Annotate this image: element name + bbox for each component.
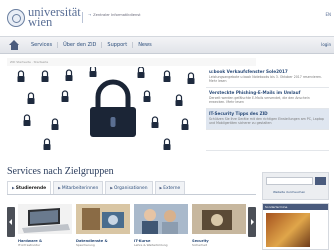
nav-item-news[interactable]: News (133, 42, 157, 48)
section-title: Services nach Zielgruppen (7, 166, 114, 177)
tagline-text: Zentraler Informatikdienst (93, 13, 141, 17)
news-item[interactable] (206, 130, 329, 151)
breadcrumb[interactable]: ZID Startseite · Startseite (7, 58, 256, 66)
news-sidebar: u:book Verkaufsfenster Sole2017 Leistung… (206, 67, 329, 151)
triangle-right-icon: ▶ (159, 186, 163, 190)
service-cards: Hardware & IT-Infrastruktur Datendienste… (18, 204, 246, 247)
carousel-prev-button[interactable] (7, 207, 15, 237)
carousel-next-button[interactable] (248, 207, 256, 237)
news-text: Leistungsangebote u:book Notebooks bis 3… (209, 75, 322, 83)
news-title: u:book Verkaufsfenster Sole2017 (209, 69, 288, 74)
tab-external[interactable]: ▶Externe (154, 181, 186, 194)
card-sub: IT-Infrastruktur (18, 243, 41, 247)
nav-item-about[interactable]: Über den ZID (58, 42, 103, 48)
news-item[interactable]: Versteckte Phishing-E-Mails im Umlauf De… (206, 88, 329, 109)
padlocks-illustration (16, 67, 196, 151)
tab-label: Studierende (15, 186, 47, 191)
language-link[interactable]: EN (325, 12, 331, 17)
promo-widget[interactable]: Sondertermine (262, 203, 329, 250)
search-link[interactable]: Website durchsuchen (273, 190, 305, 194)
nav-item-support[interactable]: Support (102, 42, 134, 48)
service-card[interactable]: Datendienste & Speicherung (76, 204, 130, 247)
news-text: Derzeit werden gefälschte E-Mails versen… (209, 96, 310, 104)
home-icon[interactable] (9, 40, 20, 50)
search-button[interactable] (315, 177, 326, 185)
triangle-right-icon: ▶ (58, 186, 61, 190)
services-carousel: Hardware & IT-Infrastruktur Datendienste… (7, 197, 256, 250)
home-icon-base (11, 45, 18, 50)
news-item-selected[interactable]: IT-Security Tipps des ZID Schützen Sie I… (206, 109, 329, 130)
search-widget: Website durchsuchen (262, 172, 329, 200)
security-photo (192, 204, 246, 234)
triangle-right-icon: ▶ (110, 186, 113, 190)
news-text: Schützen Sie Ihre Geräte mit den richtig… (209, 117, 324, 125)
nav-item-services[interactable]: Services (26, 42, 59, 48)
tab-label: Organisationen (113, 186, 148, 191)
hero-banner[interactable] (7, 67, 204, 151)
card-sub: Sicherheit (192, 243, 208, 247)
promo-image (266, 213, 310, 247)
service-card[interactable]: IT-Kurse Lehre & Weiterbildung (134, 204, 188, 247)
tab-label: Mitarbeiterinnen (61, 186, 99, 191)
audience-tabs: ▶Studierende ▶Mitarbeiterinnen ▶Organisa… (7, 181, 256, 195)
university-logo-text[interactable]: universität wien (28, 6, 81, 29)
nav-items: Services Über den ZID Support News (26, 42, 157, 48)
logo-divider (82, 12, 83, 23)
page-header: universität wien → Zentraler Informatikd… (0, 0, 334, 36)
service-card[interactable]: Hardware & IT-Infrastruktur (18, 204, 72, 247)
tab-students[interactable]: ▶Studierende (7, 181, 52, 194)
card-sub: Speicherung (76, 243, 95, 247)
tab-label: Externe (163, 186, 181, 191)
main-navigation: Services Über den ZID Support News login (0, 36, 334, 54)
it-courses-photo (134, 204, 188, 234)
arrow-right-icon: → (88, 13, 92, 17)
laptop-photo (18, 204, 72, 234)
tab-staff[interactable]: ▶Mitarbeiterinnen (53, 181, 104, 194)
promo-bar: Sondertermine (263, 204, 328, 210)
login-link[interactable]: login (321, 42, 331, 47)
news-item[interactable]: u:book Verkaufsfenster Sole2017 Leistung… (206, 67, 329, 88)
card-sub: Lehre & Weiterbildung (134, 243, 168, 247)
service-card[interactable]: Security Sicherheit (192, 204, 246, 247)
news-title: Versteckte Phishing-E-Mails im Umlauf (209, 90, 301, 95)
news-title: IT-Security Tipps des ZID (209, 111, 268, 116)
university-seal-logo[interactable] (7, 9, 25, 27)
triangle-right-icon: ▶ (12, 186, 15, 190)
header-tagline[interactable]: → Zentraler Informatikdienst (88, 13, 141, 17)
tab-organisations[interactable]: ▶Organisationen (105, 181, 153, 194)
search-input[interactable] (266, 177, 313, 185)
data-services-photo (76, 204, 130, 234)
large-lock-icon (90, 79, 136, 137)
